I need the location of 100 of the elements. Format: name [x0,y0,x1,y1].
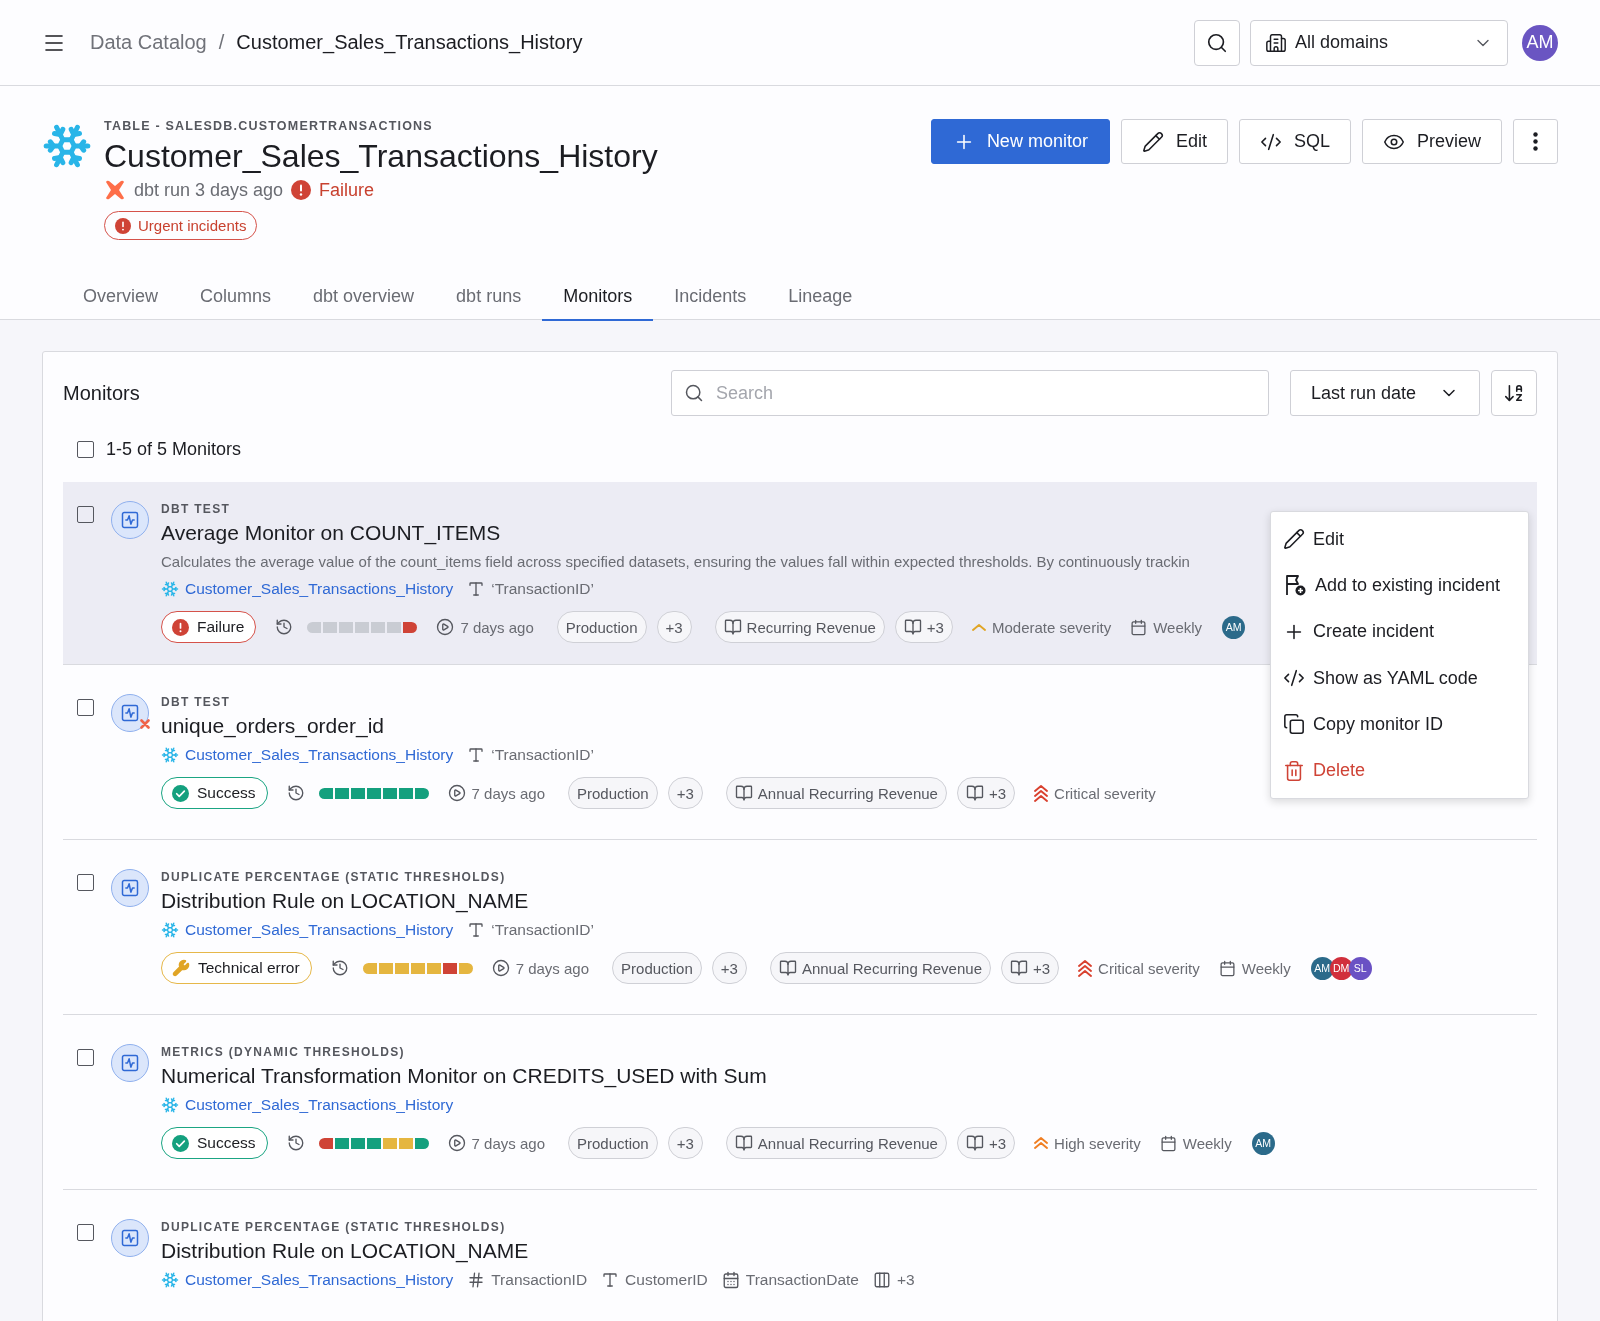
text-type-icon [467,921,486,939]
sort-icon [1503,382,1525,404]
more-tag[interactable]: +3 [656,611,692,643]
activity-icon [120,1228,140,1248]
chevron-up-icon [971,623,986,631]
play-icon [491,959,510,977]
product-tag[interactable]: Annual Recurring Revenue [725,1127,947,1159]
table-link[interactable]: Customer_Sales_Transactions_History [185,580,454,598]
more-tag[interactable]: +3 [1001,952,1060,984]
product-tag[interactable]: Annual Recurring Revenue [769,952,991,984]
text-type-icon [601,1271,620,1289]
sort-order-button[interactable] [1491,370,1537,416]
urgent-incidents-label: Urgent incidents [138,217,247,234]
more-tag[interactable]: +3 [711,952,747,984]
tab[interactable]: Lineage [767,285,874,321]
search-button[interactable] [1194,19,1240,66]
menu-item[interactable]: Add to existing incident [1271,562,1528,609]
more-tag[interactable]: +3 [667,1127,703,1159]
new-monitor-button[interactable]: New monitor [930,119,1110,164]
snowflake-icon [161,580,179,598]
sql-button[interactable]: SQL [1238,119,1351,164]
environment-tag[interactable]: Production [568,1127,658,1159]
table-link[interactable]: Customer_Sales_Transactions_History [185,746,454,764]
book-icon [734,1134,753,1152]
menu-item[interactable]: Create incident [1271,608,1528,655]
run-status: Failure [319,179,375,201]
owner-avatar[interactable]: SL [1348,956,1372,980]
table-link[interactable]: Customer_Sales_Transactions_History [185,1271,454,1289]
environment-tag[interactable]: Production [568,777,658,809]
pencil-icon [1141,130,1164,153]
play-icon [436,618,455,636]
breadcrumb-link[interactable]: Data Catalog [90,31,207,54]
more-button[interactable] [1513,119,1558,164]
edit-button[interactable]: Edit [1120,119,1228,164]
checkbox[interactable] [77,1049,94,1066]
column-name: ‘TransactionID’ [491,746,594,764]
environment-tag[interactable]: Production [612,952,702,984]
snowflake-icon [161,1271,179,1289]
search-icon [684,383,704,403]
menu-item[interactable]: Copy monitor ID [1271,701,1528,748]
status-label: Success [197,784,256,802]
owner-avatar[interactable]: AM [1251,1131,1275,1155]
monitor-name: Distribution Rule on LOCATION_NAME [161,1238,529,1265]
book-icon [723,618,742,636]
environment-tag[interactable]: Production [556,611,647,643]
owner-avatar[interactable]: AM [1310,956,1334,980]
status-label: Technical error [198,959,300,977]
menu-item[interactable]: Delete [1271,747,1528,794]
more-tag[interactable]: +3 [894,611,953,643]
monitor-type: DBT TEST [161,501,231,517]
triple-chevron-up-icon [1034,784,1049,802]
monitor-type: METRICS (DYNAMIC THRESHOLDS) [161,1044,405,1060]
owner-avatar[interactable]: DM [1329,956,1353,980]
preview-button[interactable]: Preview [1361,119,1502,164]
double-chevron-up-icon [1034,1137,1049,1149]
pencil-icon [1283,528,1305,551]
owner-avatar[interactable]: AM [1222,615,1246,639]
check-circle-icon [172,784,189,802]
alert-icon [291,180,312,200]
panel-title: Monitors [63,381,141,405]
product-tag[interactable]: Recurring Revenue [714,611,885,643]
tab[interactable]: Columns [179,285,293,321]
select-all-checkbox[interactable] [77,440,94,458]
more-tag[interactable]: +3 [956,1127,1016,1159]
checkbox[interactable] [77,506,94,523]
table-kind-label: TABLE - SALESDB.CUSTOMERTRANSACTIONS [104,119,434,133]
more-tag[interactable]: +3 [667,777,703,809]
table-link[interactable]: Customer_Sales_Transactions_History [185,921,454,939]
column-name: CustomerID [625,1271,708,1289]
more-tag[interactable]: +3 [956,777,1016,809]
domain-select[interactable]: All domains [1250,19,1508,66]
history-icon [286,784,305,802]
monitor-name: Average Monitor on COUNT_ITEMS [161,520,501,547]
tab[interactable]: dbt overview [292,285,436,321]
tab[interactable]: dbt runs [435,285,543,321]
checkbox[interactable] [77,1224,94,1241]
activity-icon [120,1053,140,1073]
search-icon [1206,31,1228,54]
wrench-icon [172,959,190,977]
monitor-name: Numerical Transformation Monitor on CREDITS_USED with Sum [161,1063,767,1090]
search-field[interactable]: Search [671,370,1269,416]
checkbox[interactable] [77,699,94,716]
book-icon [778,959,797,977]
tab[interactable]: Incidents [653,285,768,321]
severity-label: Moderate severity [991,618,1112,636]
sort-select[interactable]: Last run date [1290,370,1480,416]
table-link[interactable]: Customer_Sales_Transactions_History [185,1096,454,1114]
alert-icon [115,217,131,234]
snowflake-icon [161,1096,179,1114]
tab[interactable]: Overview [62,285,179,321]
user-avatar[interactable]: AM [1522,24,1558,61]
tab[interactable]: Monitors [542,285,654,321]
calendar-icon [721,1271,740,1289]
last-run-time: 7 days ago [471,784,545,802]
menu-item[interactable]: Edit [1271,516,1528,563]
product-tag[interactable]: Annual Recurring Revenue [725,777,947,809]
checkbox[interactable] [77,874,94,891]
calendar-icon [1218,959,1236,977]
breadcrumb-link[interactable]: Customer_Sales_Transactions_History [236,31,583,54]
monitor-name: unique_orders_order_id [161,713,384,740]
